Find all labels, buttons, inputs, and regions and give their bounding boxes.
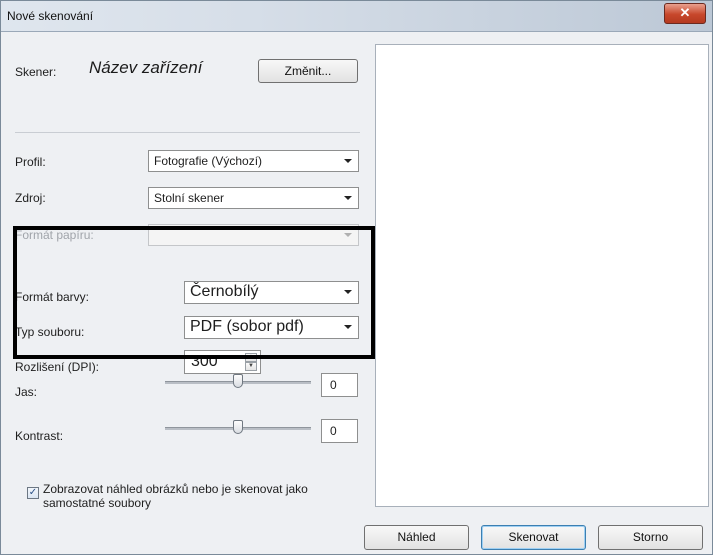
preview-button[interactable]: Náhled — [364, 525, 469, 550]
profile-value: Fotografie (Výchozí) — [154, 154, 263, 168]
profile-select[interactable]: Fotografie (Výchozí) — [148, 150, 359, 172]
brightness-slider-thumb[interactable] — [233, 374, 243, 388]
profile-label: Profil: — [15, 155, 46, 169]
title-bar: Nové skenování ✕ — [1, 1, 712, 32]
close-button[interactable]: ✕ — [664, 3, 706, 24]
preview-area — [375, 44, 709, 507]
source-value: Stolní skener — [154, 191, 225, 205]
resolution-label: Rozlišení (DPI): — [15, 360, 100, 374]
check-icon: ✓ — [28, 487, 38, 498]
spin-down-icon[interactable]: ▼ — [245, 362, 257, 371]
cancel-button[interactable]: Storno — [598, 525, 703, 550]
divider — [15, 132, 360, 133]
chevron-down-icon — [344, 159, 352, 163]
brightness-label: Jas: — [15, 385, 38, 399]
separate-files-checkbox[interactable]: ✓ — [27, 487, 39, 499]
chevron-down-icon — [344, 196, 352, 200]
separate-files-label: Zobrazovat náhled obrázků nebo je skenov… — [43, 482, 308, 510]
change-scanner-button[interactable]: Změnit... — [258, 59, 358, 83]
close-icon: ✕ — [679, 5, 691, 20]
contrast-label: Kontrast: — [15, 429, 64, 443]
scan-button[interactable]: Skenovat — [481, 525, 586, 550]
contrast-slider-thumb[interactable] — [233, 420, 243, 434]
scanner-label: Skener: — [15, 65, 57, 79]
source-label: Zdroj: — [15, 191, 46, 205]
source-select[interactable]: Stolní skener — [148, 187, 359, 209]
window-title: Nové skenování — [7, 9, 94, 23]
contrast-input[interactable]: 0 — [321, 419, 358, 443]
scanner-device-name: Název zařízení — [89, 58, 203, 77]
highlight-frame — [13, 226, 375, 359]
new-scan-dialog: Nové skenování ✕ Skener: Název zařízení … — [0, 0, 713, 555]
brightness-input[interactable]: 0 — [321, 373, 358, 397]
